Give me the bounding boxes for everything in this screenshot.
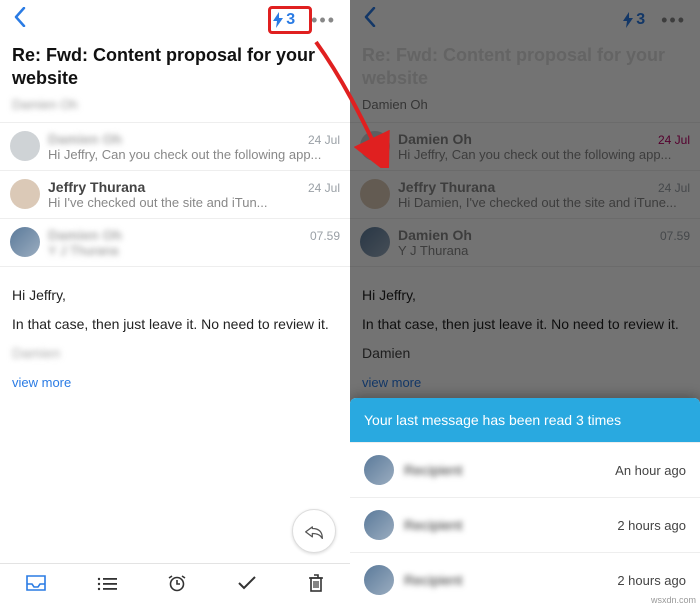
avatar: [364, 565, 394, 595]
reader-name: Recipient: [404, 462, 605, 478]
thread-item[interactable]: Jeffry Thurana 24 Jul Hi Damien, I've che…: [350, 170, 700, 218]
read-receipt-sheet: Your last message has been read 3 times …: [350, 398, 700, 607]
message-preview: Y J Thurana: [48, 243, 340, 258]
left-pane: 3 ••• Re: Fwd: Content proposal for your…: [0, 0, 350, 607]
right-pane: 3 ••• Re: Fwd: Content proposal for your…: [350, 0, 700, 607]
thread-item[interactable]: Damien Oh 24 Jul Hi Jeffry, Can you check…: [350, 122, 700, 170]
read-row[interactable]: Recipient 2 hours ago: [350, 497, 700, 552]
read-time: 2 hours ago: [617, 518, 686, 533]
highlight-box: [268, 6, 312, 34]
avatar: [360, 131, 390, 161]
message-preview: Hi Jeffry, Can you check out the followi…: [48, 147, 340, 162]
thread-item[interactable]: Damien Oh 07.59 Y J Thurana: [0, 218, 350, 267]
avatar: [364, 510, 394, 540]
thread-item[interactable]: Damien Oh 24 Jul Hi Jeffry, Can you check…: [0, 122, 350, 170]
email-subject: Re: Fwd: Content proposal for your websi…: [0, 40, 350, 95]
sender-name: Jeffry Thurana: [48, 179, 145, 195]
trash-icon[interactable]: [300, 566, 332, 605]
sender-meta: Damien Oh: [350, 95, 700, 122]
sender-name: Damien Oh: [48, 227, 122, 243]
avatar: [360, 179, 390, 209]
body-line: In that case, then just leave it. No nee…: [12, 314, 338, 335]
signature: Damien: [12, 343, 72, 359]
sheet-header: Your last message has been read 3 times: [350, 398, 700, 442]
list-icon[interactable]: [89, 567, 125, 604]
message-preview: Hi Damien, I've checked out the site and…: [398, 195, 690, 210]
bolt-count: 3: [636, 11, 645, 29]
more-button[interactable]: •••: [307, 6, 340, 35]
topbar: 3 •••: [350, 0, 700, 40]
body-greeting: Hi Jeffry,: [362, 285, 688, 306]
reader-name: Recipient: [404, 517, 607, 533]
more-button[interactable]: •••: [657, 6, 690, 35]
body-line: In that case, then just leave it. No nee…: [362, 314, 688, 335]
read-receipt-count[interactable]: 3: [618, 9, 649, 31]
avatar: [10, 227, 40, 257]
read-row[interactable]: Recipient An hour ago: [350, 442, 700, 497]
message-date: 24 Jul: [308, 181, 340, 195]
message-body: Hi Jeffry, In that case, then just leave…: [350, 267, 700, 369]
read-row[interactable]: Recipient 2 hours ago: [350, 552, 700, 607]
sender-name: Damien Oh: [398, 227, 472, 243]
done-icon[interactable]: [229, 567, 265, 604]
body-greeting: Hi Jeffry,: [12, 285, 338, 306]
back-button[interactable]: [10, 3, 30, 37]
back-button[interactable]: [360, 3, 380, 37]
sender-name: Damien Oh: [398, 131, 472, 147]
message-date: 24 Jul: [658, 181, 690, 195]
thread-item[interactable]: Damien Oh 07.59 Y J Thurana: [350, 218, 700, 267]
message-preview: Hi I've checked out the site and iTun...: [48, 195, 340, 210]
avatar: [10, 179, 40, 209]
email-subject: Re: Fwd: Content proposal for your websi…: [350, 40, 700, 95]
avatar: [10, 131, 40, 161]
message-date: 07.59: [660, 229, 690, 243]
message-date: 24 Jul: [658, 133, 690, 147]
view-more-link[interactable]: view more: [0, 369, 350, 402]
read-time: 2 hours ago: [617, 573, 686, 588]
inbox-icon[interactable]: [18, 567, 54, 604]
reply-button[interactable]: [292, 509, 336, 553]
sender-meta: Damien Oh: [0, 95, 350, 122]
reader-name: Recipient: [404, 572, 607, 588]
read-time: An hour ago: [615, 463, 686, 478]
thread-item[interactable]: Jeffry Thurana 24 Jul Hi I've checked out…: [0, 170, 350, 218]
bottom-toolbar: [0, 563, 350, 607]
message-body: Hi Jeffry, In that case, then just leave…: [0, 267, 350, 369]
sender-name: Damien Oh: [48, 131, 122, 147]
sender-name: Jeffry Thurana: [398, 179, 495, 195]
message-date: 24 Jul: [308, 133, 340, 147]
message-preview: Y J Thurana: [398, 243, 690, 258]
message-date: 07.59: [310, 229, 340, 243]
message-preview: Hi Jeffry, Can you check out the followi…: [398, 147, 690, 162]
snooze-icon[interactable]: [160, 566, 194, 605]
avatar: [360, 227, 390, 257]
avatar: [364, 455, 394, 485]
signature: Damien: [362, 343, 422, 359]
watermark: wsxdn.com: [651, 595, 696, 605]
